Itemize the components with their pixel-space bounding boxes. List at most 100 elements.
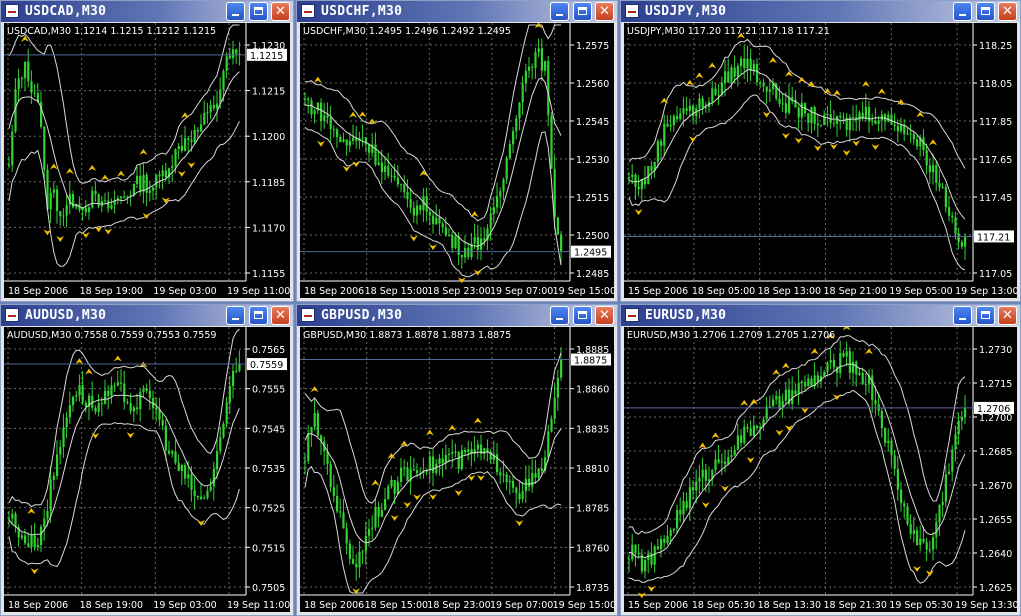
candle-body bbox=[203, 497, 206, 499]
window-title: USDJPY,M30 bbox=[645, 4, 727, 19]
window-title-bar[interactable]: GBPUSD,M30 ✕ bbox=[297, 305, 617, 326]
maximize-button[interactable] bbox=[976, 306, 995, 325]
candle-body bbox=[788, 96, 791, 113]
close-button[interactable]: ✕ bbox=[998, 306, 1017, 325]
time-tick-label: 18 Sep 23:00 bbox=[427, 286, 490, 297]
chart-window-usdchf[interactable]: USDCHF,M30 ✕ 1.2575 1.2560 1.2545 1.2530 1.251… bbox=[296, 0, 618, 302]
candle-body bbox=[524, 478, 527, 492]
minimize-button[interactable] bbox=[953, 2, 972, 21]
maximize-button[interactable] bbox=[976, 2, 995, 21]
candle-body bbox=[685, 501, 688, 509]
candle-body bbox=[528, 66, 531, 71]
candle-body bbox=[650, 165, 653, 171]
price-chart[interactable]: 0.7565 0.7555 0.7545 0.7535 0.7525 0.7515 0.75… bbox=[4, 327, 290, 612]
close-button[interactable]: ✕ bbox=[998, 2, 1017, 21]
price-chart[interactable]: 1.27301.27151.27001.26851.26701.26551.26… bbox=[624, 327, 1017, 612]
candle-body bbox=[512, 131, 515, 145]
chart-window-usdcad[interactable]: USDCAD,M30 ✕ 1.1230 1.1215 1.1200 1.1185 1.117… bbox=[0, 0, 294, 302]
candle-body bbox=[232, 49, 235, 59]
candle-body bbox=[730, 455, 733, 457]
candle-body bbox=[768, 89, 771, 92]
candle-body bbox=[30, 81, 33, 93]
candle-body bbox=[935, 165, 938, 183]
window-title-bar[interactable]: USDJPY,M30 ✕ bbox=[621, 1, 1020, 22]
candle-body bbox=[329, 117, 332, 130]
candle-body bbox=[212, 469, 215, 487]
close-button[interactable]: ✕ bbox=[595, 2, 614, 21]
candle-body bbox=[123, 196, 126, 198]
maximize-button[interactable] bbox=[573, 306, 592, 325]
candle-body bbox=[935, 522, 938, 538]
window-title-bar[interactable]: AUDUSD,M30 ✕ bbox=[1, 305, 293, 326]
chart-window-usdjpy[interactable]: USDJPY,M30 ✕ 118.25 118.05 117.85 117.65 117.4… bbox=[620, 0, 1021, 302]
time-tick-label: 18 Sep 05:00 bbox=[692, 286, 755, 297]
minimize-button[interactable] bbox=[226, 306, 245, 325]
candle-body bbox=[345, 528, 348, 544]
maximize-button[interactable] bbox=[249, 2, 268, 21]
candle-body bbox=[310, 426, 313, 434]
candle-body bbox=[534, 52, 537, 68]
close-button[interactable]: ✕ bbox=[271, 306, 290, 325]
maximize-button[interactable] bbox=[249, 306, 268, 325]
price-tick-label: 1.8835 bbox=[576, 424, 609, 435]
time-tick-label: 18 Sep 13:30 bbox=[758, 600, 821, 611]
candle-body bbox=[912, 530, 915, 534]
candle-body bbox=[348, 140, 351, 146]
candle-body bbox=[332, 129, 335, 131]
candle-body bbox=[438, 217, 441, 224]
chart-window-icon bbox=[625, 4, 639, 18]
candle-body bbox=[225, 402, 228, 424]
chart-window-audusd[interactable]: AUDUSD,M30 ✕ 0.7565 0.7555 0.7545 0.7535 0.752… bbox=[0, 304, 294, 616]
candle-body bbox=[928, 165, 931, 173]
minimize-button[interactable] bbox=[550, 306, 569, 325]
candle-body bbox=[960, 416, 963, 421]
maximize-icon bbox=[250, 3, 267, 20]
close-icon: ✕ bbox=[275, 4, 286, 19]
price-chart[interactable]: 1.2575 1.2560 1.2545 1.2530 1.2515 1.2500 1.24… bbox=[300, 23, 614, 298]
price-chart[interactable]: 118.25118.05117.85117.65117.45117.25117.… bbox=[624, 23, 1017, 298]
minimize-icon bbox=[227, 307, 244, 324]
candle-body bbox=[136, 407, 139, 410]
price-tick-label: 1.2685 bbox=[979, 447, 1012, 458]
candle-body bbox=[145, 174, 148, 193]
candle-body bbox=[200, 496, 203, 499]
chart-window-gbpusd[interactable]: GBPUSD,M30 ✕ 1.8885 1.8860 1.8835 1.8810 1.878… bbox=[296, 304, 618, 616]
candle-body bbox=[832, 360, 835, 368]
candle-body bbox=[409, 199, 412, 208]
candle-body bbox=[704, 469, 707, 481]
candle-body bbox=[355, 563, 358, 568]
price-chart[interactable]: 1.12301.12151.12001.11851.11701.115518 S… bbox=[4, 23, 290, 298]
close-button[interactable]: ✕ bbox=[271, 2, 290, 21]
last-price-label: 1.8875 bbox=[574, 356, 607, 367]
candle-body bbox=[313, 110, 316, 115]
candle-body bbox=[666, 536, 669, 543]
candle-body bbox=[428, 456, 431, 470]
price-tick-label: 1.1200 bbox=[252, 132, 285, 143]
window-title-bar[interactable]: EURUSD,M30 ✕ bbox=[621, 305, 1020, 326]
candle-body bbox=[8, 165, 11, 167]
maximize-button[interactable] bbox=[573, 2, 592, 21]
minimize-button[interactable] bbox=[953, 306, 972, 325]
candle-body bbox=[390, 175, 393, 177]
candle-body bbox=[377, 506, 380, 517]
candle-body bbox=[428, 211, 431, 216]
price-tick-label: 1.1155 bbox=[252, 269, 285, 280]
close-button[interactable]: ✕ bbox=[595, 306, 614, 325]
chart-window-eurusd[interactable]: EURUSD,M30 ✕ 1.2730 1.2715 1.2700 1.2685 1.267… bbox=[620, 304, 1021, 616]
price-chart[interactable]: 1.88851.88601.88351.88101.87851.87601.87… bbox=[300, 327, 614, 612]
candle-body bbox=[120, 196, 123, 199]
candle-body bbox=[932, 165, 935, 173]
minimize-button[interactable] bbox=[226, 2, 245, 21]
candle-body bbox=[842, 353, 845, 357]
candle-body bbox=[384, 166, 387, 173]
window-title-bar[interactable]: USDCAD,M30 ✕ bbox=[1, 1, 293, 22]
candle-body bbox=[518, 102, 521, 119]
price-tick-label: 0.7515 bbox=[252, 543, 285, 554]
candle-body bbox=[679, 113, 682, 120]
candle-body bbox=[187, 474, 190, 479]
window-title-bar[interactable]: USDCHF,M30 ✕ bbox=[297, 1, 617, 22]
candle-body bbox=[190, 474, 193, 490]
candle-body bbox=[903, 503, 906, 507]
candle-body bbox=[909, 133, 912, 135]
minimize-button[interactable] bbox=[550, 2, 569, 21]
